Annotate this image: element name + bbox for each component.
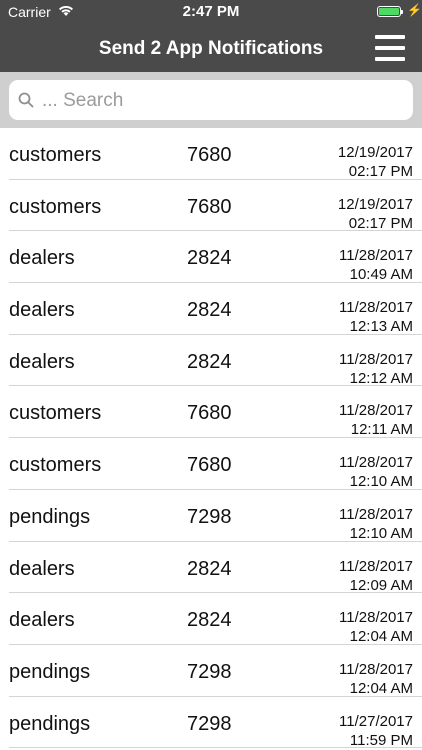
sent-datetime: 11/28/2017 12:10 AM bbox=[339, 453, 413, 491]
recipient-count: 7298 bbox=[187, 505, 232, 528]
list-item[interactable]: dealers 2824 11/28/2017 12:09 AM bbox=[9, 542, 422, 594]
sent-datetime: 12/19/2017 02:17 PM bbox=[338, 195, 413, 233]
sent-date: 11/27/2017 bbox=[339, 712, 413, 730]
search-bar bbox=[0, 72, 422, 128]
sent-datetime: 11/28/2017 12:12 AM bbox=[339, 350, 413, 388]
sent-datetime: 11/28/2017 12:04 AM bbox=[339, 660, 413, 698]
list-item[interactable]: dealers 2824 11/28/2017 12:12 AM bbox=[9, 335, 422, 387]
recipient-group: customers bbox=[9, 144, 102, 166]
recipient-count: 2824 bbox=[187, 557, 232, 580]
recipient-group: dealers bbox=[9, 350, 75, 373]
list-item[interactable]: pendings 7298 11/28/2017 12:10 AM bbox=[9, 490, 422, 542]
sent-time: 02:17 PM bbox=[348, 214, 413, 232]
list-item[interactable]: pendings 7298 11/28/2017 12:04 AM bbox=[9, 645, 422, 697]
sent-time: 12:10 AM bbox=[349, 524, 413, 542]
recipient-count: 7298 bbox=[187, 660, 232, 683]
notification-list: customers 7680 12/19/2017 02:17 PM customers… bbox=[0, 128, 422, 749]
sent-datetime: 11/28/2017 12:09 AM bbox=[339, 557, 413, 595]
list-item[interactable]: dealers 2824 11/28/2017 12:04 AM bbox=[9, 593, 422, 645]
sent-datetime: 11/28/2017 10:49 AM bbox=[339, 246, 413, 284]
sent-date: 11/28/2017 bbox=[339, 505, 413, 523]
recipient-group: dealers bbox=[9, 557, 75, 580]
list-item[interactable]: customers 7680 12/19/2017 02:17 PM bbox=[9, 128, 422, 180]
recipient-count: 2824 bbox=[187, 350, 232, 373]
search-field[interactable] bbox=[9, 80, 413, 120]
status-bar: Carrier 2:47 PM ⚡ bbox=[0, 0, 422, 24]
sent-time: 02:17 PM bbox=[348, 163, 413, 180]
list-item[interactable]: dealers 2824 11/28/2017 10:49 AM bbox=[9, 231, 422, 283]
recipient-count: 7680 bbox=[187, 402, 232, 425]
recipient-count: 2824 bbox=[187, 609, 232, 632]
sent-time: 12:11 AM bbox=[350, 421, 413, 439]
nav-bar: Send 2 App Notifications bbox=[0, 24, 422, 72]
sent-datetime: 12/19/2017 02:17 PM bbox=[338, 143, 413, 181]
recipient-group: pendings bbox=[9, 660, 91, 683]
recipient-count: 7680 bbox=[187, 454, 232, 477]
list-item[interactable]: customers 7680 11/28/2017 12:10 AM bbox=[9, 438, 422, 490]
sent-date: 11/28/2017 bbox=[339, 299, 413, 317]
sent-time: 12:04 AM bbox=[349, 628, 413, 646]
list-item[interactable]: customers 7680 11/28/2017 12:11 AM bbox=[9, 386, 422, 438]
recipient-count: 2824 bbox=[187, 299, 232, 322]
recipient-group: dealers bbox=[9, 299, 75, 322]
recipient-group: dealers bbox=[9, 609, 75, 632]
search-icon bbox=[18, 92, 34, 108]
sent-date: 11/28/2017 bbox=[339, 660, 413, 678]
sent-time: 12:09 AM bbox=[349, 576, 413, 594]
sent-date: 11/28/2017 bbox=[339, 557, 413, 575]
sent-datetime: 11/28/2017 12:13 AM bbox=[339, 298, 413, 336]
sent-time: 12:12 AM bbox=[349, 369, 413, 387]
list-item[interactable]: pendings 7298 11/27/2017 11:59 PM bbox=[9, 697, 422, 749]
recipient-count: 7680 bbox=[187, 144, 232, 166]
recipient-group: customers bbox=[9, 454, 102, 477]
recipient-group: pendings bbox=[9, 505, 91, 528]
sent-date: 11/28/2017 bbox=[339, 609, 413, 627]
sent-datetime: 11/28/2017 12:10 AM bbox=[339, 505, 413, 543]
status-time: 2:47 PM bbox=[182, 3, 240, 20]
list-item[interactable]: dealers 2824 11/28/2017 12:13 AM bbox=[9, 283, 422, 335]
sent-date: 11/28/2017 bbox=[339, 454, 413, 472]
sent-time: 12:13 AM bbox=[349, 318, 413, 336]
sent-date: 12/19/2017 bbox=[337, 195, 413, 213]
sent-datetime: 11/28/2017 12:11 AM bbox=[339, 401, 413, 439]
battery-icon bbox=[377, 6, 403, 17]
hamburger-menu-icon[interactable] bbox=[375, 35, 405, 61]
recipient-count: 7680 bbox=[187, 195, 232, 218]
recipient-group: dealers bbox=[9, 247, 75, 270]
search-input[interactable] bbox=[40, 86, 404, 116]
charging-bolt-icon: ⚡ bbox=[407, 3, 422, 17]
sent-date: 11/28/2017 bbox=[339, 247, 413, 265]
sent-datetime: 11/28/2017 12:04 AM bbox=[339, 608, 413, 646]
sent-time: 11:59 PM bbox=[349, 731, 413, 749]
recipient-group: customers bbox=[9, 195, 102, 218]
recipient-group: pendings bbox=[9, 712, 91, 735]
sent-time: 10:49 AM bbox=[349, 266, 413, 284]
sent-datetime: 11/27/2017 11:59 PM bbox=[339, 712, 413, 750]
page-title: Send 2 App Notifications bbox=[98, 38, 324, 59]
recipient-group: customers bbox=[9, 402, 102, 425]
sent-date: 11/28/2017 bbox=[339, 402, 413, 420]
sent-date: 11/28/2017 bbox=[339, 350, 413, 368]
sent-time: 12:10 AM bbox=[349, 473, 413, 491]
recipient-count: 2824 bbox=[187, 247, 232, 270]
list-item[interactable]: customers 7680 12/19/2017 02:17 PM bbox=[9, 180, 422, 232]
sent-time: 12:04 AM bbox=[349, 679, 413, 697]
sent-date: 12/19/2017 bbox=[337, 144, 413, 161]
recipient-count: 7298 bbox=[187, 712, 232, 735]
